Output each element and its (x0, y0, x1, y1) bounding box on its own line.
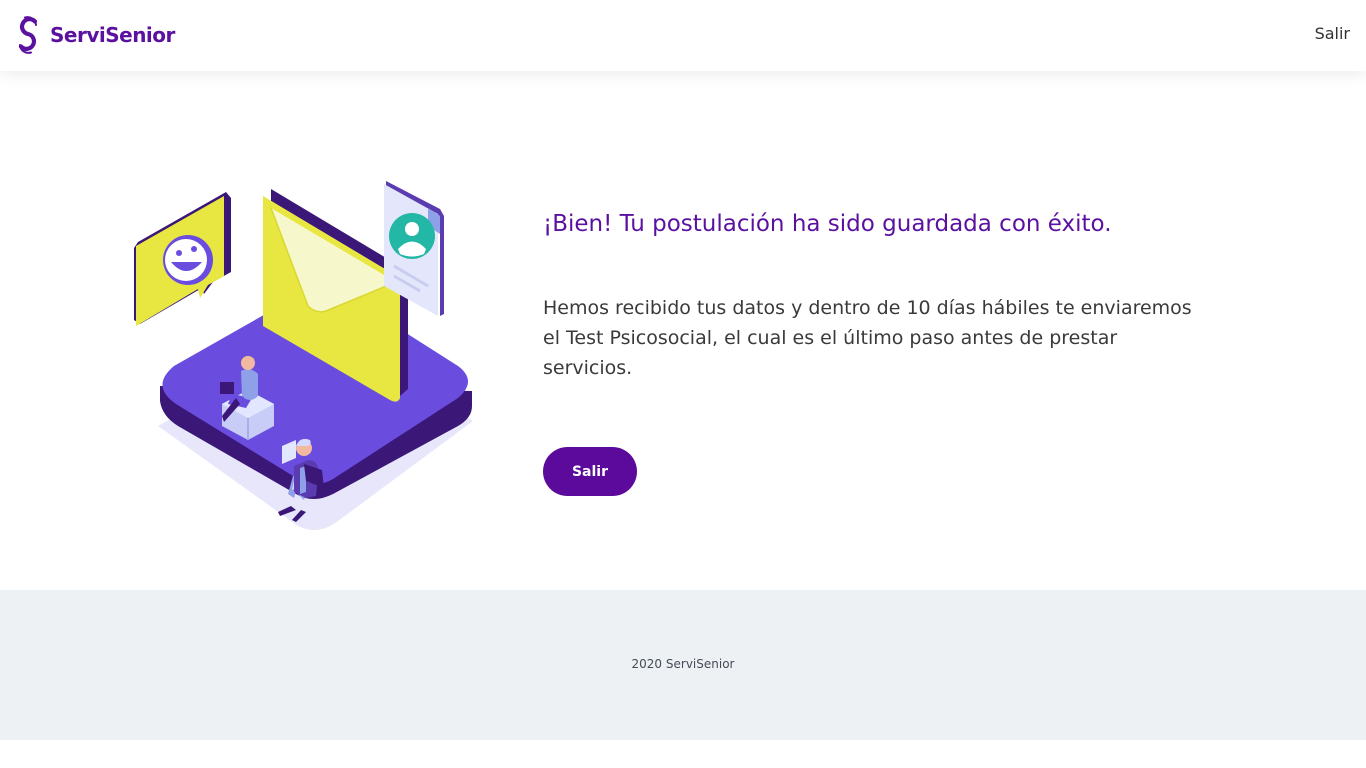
footer-copyright: 2020 ServiSenior (631, 657, 735, 671)
main-content: ¡Bien! Tu postulación ha sido guardada c… (0, 71, 1366, 590)
top-navbar: ServiSenior Salir (0, 0, 1366, 71)
servisenior-s-logo-icon (18, 16, 38, 54)
brand-name: ServiSenior (50, 23, 175, 47)
exit-button[interactable]: Salir (543, 447, 637, 496)
envelope-illustration (134, 181, 473, 530)
success-message: Hemos recibido tus datos y dentro de 10 … (543, 297, 1192, 379)
servisenior-logo[interactable]: ServiSenior (14, 14, 175, 56)
footer: 2020 ServiSenior (0, 590, 1366, 740)
success-title: ¡Bien! Tu postulación ha sido guardada c… (543, 211, 1112, 237)
header-exit-link[interactable]: Salir (1315, 24, 1350, 43)
